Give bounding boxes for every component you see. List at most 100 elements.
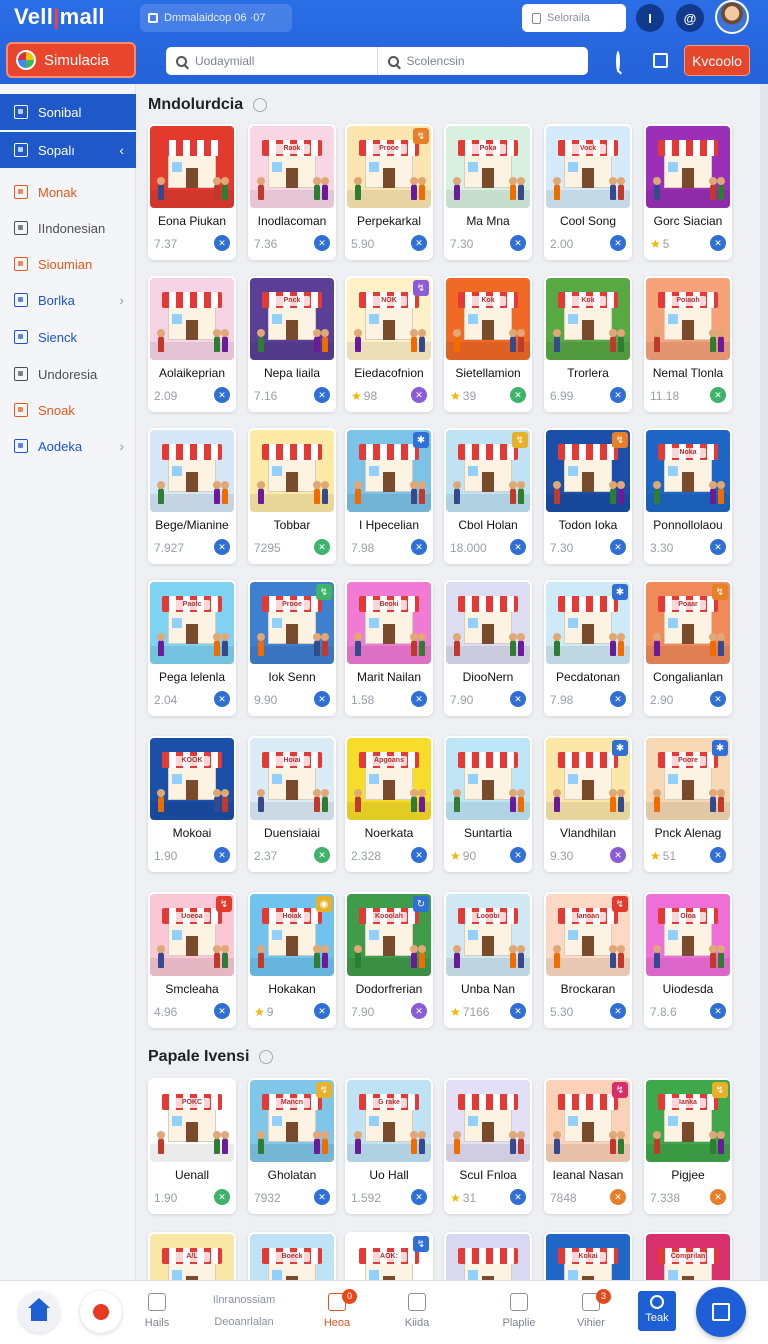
product-card[interactable]: ✱ Pecdatonan 7.98 ✕ xyxy=(544,580,632,716)
card-action-icon[interactable]: ✕ xyxy=(510,1003,526,1019)
card-action-icon[interactable]: ✕ xyxy=(411,691,427,707)
record-button[interactable] xyxy=(80,1291,122,1333)
sidebar-item[interactable]: Sienck xyxy=(0,319,136,355)
nav-item[interactable]: Kiida xyxy=(382,1287,452,1339)
product-card[interactable]: Prooe ↯ Iok Senn 9.90 ✕ xyxy=(248,580,336,716)
card-action-icon[interactable]: ✕ xyxy=(710,847,726,863)
product-card[interactable]: Poiaoh Nemal Tlonla 11.18 ✕ xyxy=(644,276,732,412)
card-action-icon[interactable]: ✕ xyxy=(610,1003,626,1019)
sidebar-item[interactable]: Sioumian xyxy=(0,246,136,282)
card-action-icon[interactable]: ✕ xyxy=(214,1003,230,1019)
sidebar-item[interactable]: IIndonesian xyxy=(0,210,136,246)
product-card[interactable]: ScuI Fnloa ★ 31 ✕ xyxy=(444,1078,532,1214)
product-card[interactable]: Beoki Marit Nailan 1.58 ✕ xyxy=(345,580,433,716)
scroll-strip[interactable] xyxy=(760,84,768,1280)
card-action-icon[interactable]: ✕ xyxy=(610,847,626,863)
card-action-icon[interactable]: ✕ xyxy=(610,387,626,403)
product-card[interactable]: Hoiak ◉ Hokakan ★ 9 ✕ xyxy=(248,892,336,1028)
avatar[interactable] xyxy=(715,0,749,34)
product-card[interactable]: Eona Piukan 7.37 ✕ xyxy=(148,124,236,260)
window-icon[interactable] xyxy=(653,53,668,68)
card-action-icon[interactable]: ✕ xyxy=(314,691,330,707)
card-action-icon[interactable]: ✕ xyxy=(214,235,230,251)
card-action-icon[interactable]: ✕ xyxy=(411,387,427,403)
card-action-icon[interactable]: ✕ xyxy=(411,1003,427,1019)
team-button[interactable]: Teak xyxy=(638,1291,676,1331)
product-card[interactable]: Raok Inodlacoman 7.36 ✕ xyxy=(248,124,336,260)
card-action-icon[interactable]: ✕ xyxy=(610,1189,626,1205)
header-search-button[interactable] xyxy=(616,51,620,72)
card-action-icon[interactable]: ✕ xyxy=(510,235,526,251)
product-card[interactable]: Kooolah ↻ Dodorfrerian 7.90 ✕ xyxy=(345,892,433,1028)
keyword-button[interactable]: Kvcoolo xyxy=(684,45,750,76)
product-card[interactable]: Tobbar 7295 ✕ xyxy=(248,428,336,564)
card-action-icon[interactable]: ✕ xyxy=(710,235,726,251)
product-card[interactable]: ↯ Cbol Holan 18.000 ✕ xyxy=(444,428,532,564)
nav-caption[interactable]: Ilnranossiam Deoanrlalan xyxy=(204,1289,284,1333)
product-card[interactable]: ✱ Vlandhilan 9.30 ✕ xyxy=(544,736,632,872)
info-icon[interactable]: I xyxy=(636,4,664,32)
product-card[interactable]: Paolc Pega lelenla 2.04 ✕ xyxy=(148,580,236,716)
card-action-icon[interactable]: ✕ xyxy=(214,539,230,555)
product-card[interactable]: Oloa Uiodesda 7.8.6 ✕ xyxy=(644,892,732,1028)
product-card[interactable]: NOK ↯ Eiedacofnion ★ 98 ✕ xyxy=(345,276,433,412)
nav-item[interactable]: Vihier 3 xyxy=(556,1287,626,1339)
card-action-icon[interactable]: ✕ xyxy=(214,691,230,707)
home-button[interactable] xyxy=(18,1291,60,1333)
card-action-icon[interactable]: ✕ xyxy=(510,1189,526,1205)
product-card[interactable]: ↯ Ieanal Nasan 7848 ✕ xyxy=(544,1078,632,1214)
card-action-icon[interactable]: ✕ xyxy=(411,1189,427,1205)
card-action-icon[interactable]: ✕ xyxy=(710,1003,726,1019)
card-action-icon[interactable]: ✕ xyxy=(610,539,626,555)
sidebar-item[interactable]: Snoak xyxy=(0,392,136,428)
card-action-icon[interactable]: ✕ xyxy=(710,539,726,555)
product-card[interactable]: Poaar ↯ Congalianlan 2.90 ✕ xyxy=(644,580,732,716)
card-action-icon[interactable]: ✕ xyxy=(710,1189,726,1205)
card-action-icon[interactable]: ✕ xyxy=(214,1189,230,1205)
sidebar-item[interactable]: Sonibal xyxy=(0,94,136,130)
nav-item[interactable]: Hails xyxy=(122,1287,192,1339)
card-action-icon[interactable]: ✕ xyxy=(214,387,230,403)
product-card[interactable]: Gorc Siacian ★ 5 ✕ xyxy=(644,124,732,260)
card-action-icon[interactable]: ✕ xyxy=(411,235,427,251)
search-input-left[interactable]: Uodaymiall xyxy=(166,47,377,75)
main-search-bar[interactable]: Uodaymiall Scolencsin xyxy=(166,47,588,75)
card-action-icon[interactable]: ✕ xyxy=(314,539,330,555)
product-card[interactable]: Suntartia ★ 90 ✕ xyxy=(444,736,532,872)
product-card[interactable]: Vock Cool Song 2.00 ✕ xyxy=(544,124,632,260)
product-card[interactable]: Bege/Mianine 7.927 ✕ xyxy=(148,428,236,564)
card-action-icon[interactable]: ✕ xyxy=(314,387,330,403)
card-action-icon[interactable]: ✕ xyxy=(411,847,427,863)
product-card[interactable]: Apgoans Noerkata 2.328 ✕ xyxy=(345,736,433,872)
sidebar-item[interactable]: Sopalı ‹ xyxy=(0,132,136,168)
card-action-icon[interactable]: ✕ xyxy=(314,1003,330,1019)
nav-item[interactable]: Plaplie xyxy=(484,1287,554,1339)
card-action-icon[interactable]: ✕ xyxy=(510,539,526,555)
card-action-icon[interactable]: ✕ xyxy=(510,691,526,707)
product-card[interactable]: DiooNern 7.90 ✕ xyxy=(444,580,532,716)
card-action-icon[interactable]: ✕ xyxy=(510,387,526,403)
product-card[interactable]: G rake Uo Hall 1.592 ✕ xyxy=(345,1078,433,1214)
card-action-icon[interactable]: ✕ xyxy=(214,847,230,863)
top-search-input[interactable]: Seloraila xyxy=(522,4,626,32)
sidebar-item[interactable]: Undoresia xyxy=(0,356,136,392)
product-card[interactable]: KOOK Mokoai 1.90 ✕ xyxy=(148,736,236,872)
product-card[interactable]: Ianoan ↯ Brockaran 5.30 ✕ xyxy=(544,892,632,1028)
card-action-icon[interactable]: ✕ xyxy=(314,235,330,251)
product-card[interactable]: Looobi Unba Nan ★ 7166 ✕ xyxy=(444,892,532,1028)
product-card[interactable]: Poka Ma Mna 7.30 ✕ xyxy=(444,124,532,260)
product-card[interactable]: Ianka ↯ Pigjee 7.338 ✕ xyxy=(644,1078,732,1214)
card-action-icon[interactable]: ✕ xyxy=(314,847,330,863)
product-card[interactable]: Kok Sietellamion ★ 39 ✕ xyxy=(444,276,532,412)
app-logo[interactable]: Vell|mall xyxy=(14,4,105,30)
product-card[interactable]: Uoeoa ↯ Smcleaha 4.96 ✕ xyxy=(148,892,236,1028)
product-card[interactable]: Aolaikeprian 2.09 ✕ xyxy=(148,276,236,412)
search-input-right[interactable]: Scolencsin xyxy=(376,47,589,75)
simulasi-button[interactable]: Simulacia xyxy=(6,42,136,78)
card-action-icon[interactable]: ✕ xyxy=(610,235,626,251)
product-card[interactable]: Hoiai Duensiaiai 2.37 ✕ xyxy=(248,736,336,872)
card-action-icon[interactable]: ✕ xyxy=(710,387,726,403)
product-card[interactable]: POKC Uenall 1.90 ✕ xyxy=(148,1078,236,1214)
product-card[interactable]: ↯ Todon Ioka 7.30 ✕ xyxy=(544,428,632,564)
sidebar-item[interactable]: Aodeka › xyxy=(0,428,136,464)
